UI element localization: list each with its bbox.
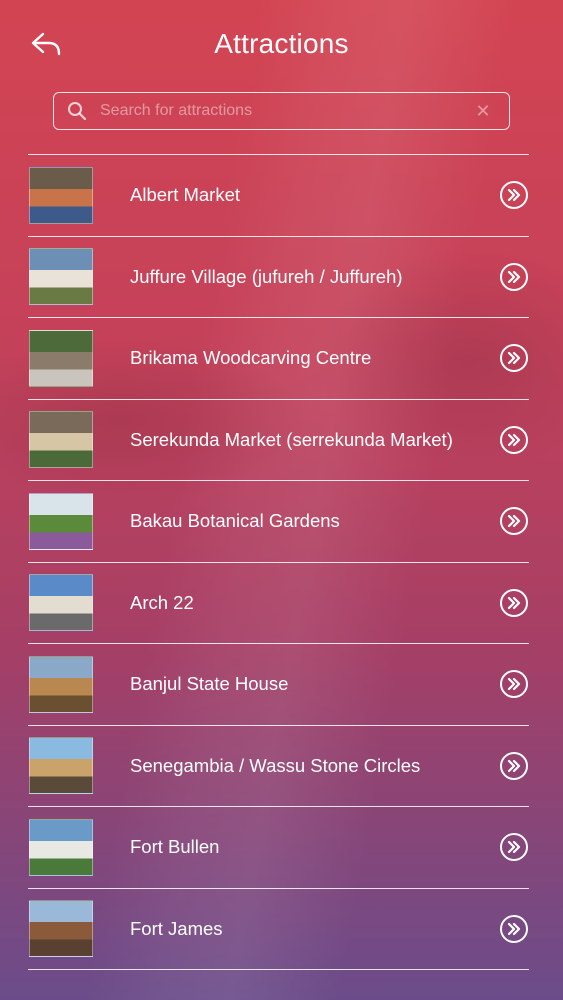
- attraction-thumbnail: [29, 248, 93, 306]
- attraction-row[interactable]: Juffure Village (jufureh / Juffureh): [28, 237, 529, 318]
- attraction-list: Albert Market Juffure Village (jufureh / …: [28, 154, 529, 970]
- attraction-thumbnail: [29, 166, 93, 224]
- clear-icon[interactable]: ✕: [471, 99, 495, 123]
- attraction-row[interactable]: Fort Bullen: [28, 807, 529, 889]
- attraction-row[interactable]: Fort James: [28, 889, 529, 970]
- attraction-thumbnail: [29, 655, 93, 713]
- double-chevron-right-icon[interactable]: [499, 669, 529, 699]
- attraction-name: Albert Market: [130, 184, 241, 206]
- attraction-name: Juffure Village (jufureh / Juffureh): [130, 265, 403, 287]
- double-chevron-right-icon[interactable]: [499, 751, 529, 781]
- attraction-name: Fort Bullen: [130, 836, 220, 858]
- double-chevron-right-icon[interactable]: [499, 425, 529, 455]
- attraction-name: Brikama Woodcarving Centre: [130, 347, 372, 369]
- double-chevron-right-icon[interactable]: [499, 588, 529, 618]
- attraction-thumbnail: [29, 574, 93, 632]
- search-input[interactable]: [100, 93, 471, 129]
- attraction-row[interactable]: Serekunda Market (serrekunda Market): [28, 400, 529, 481]
- page-title: Attractions: [214, 28, 349, 59]
- attraction-row[interactable]: Bakau Botanical Gardens: [28, 481, 529, 563]
- attraction-name: Arch 22: [130, 591, 194, 613]
- search-icon: [66, 100, 88, 122]
- attraction-thumbnail: [29, 818, 93, 876]
- attraction-name: Fort James: [130, 917, 223, 939]
- attraction-name: Bakau Botanical Gardens: [130, 510, 340, 532]
- attraction-row[interactable]: Senegambia / Wassu Stone Circles: [28, 726, 529, 807]
- attraction-row[interactable]: Albert Market: [28, 155, 529, 237]
- double-chevron-right-icon[interactable]: [499, 262, 529, 292]
- double-chevron-right-icon[interactable]: [499, 914, 529, 944]
- attraction-row[interactable]: Arch 22: [28, 563, 529, 644]
- attraction-thumbnail: [29, 737, 93, 795]
- double-chevron-right-icon[interactable]: [499, 506, 529, 536]
- attraction-name: Serekunda Market (serrekunda Market): [130, 428, 453, 450]
- double-chevron-right-icon[interactable]: [499, 343, 529, 373]
- double-chevron-right-icon[interactable]: [499, 180, 529, 210]
- double-chevron-right-icon[interactable]: [499, 832, 529, 862]
- attraction-thumbnail: [29, 900, 93, 958]
- attraction-thumbnail: [29, 329, 93, 387]
- search-bar: ✕: [53, 92, 510, 130]
- header: Attractions: [0, 0, 563, 90]
- attraction-row[interactable]: Banjul State House: [28, 644, 529, 726]
- attraction-name: Banjul State House: [130, 673, 289, 695]
- attraction-name: Senegambia / Wassu Stone Circles: [130, 754, 421, 776]
- attraction-thumbnail: [29, 492, 93, 550]
- attraction-thumbnail: [29, 411, 93, 469]
- attraction-row[interactable]: Brikama Woodcarving Centre: [28, 318, 529, 400]
